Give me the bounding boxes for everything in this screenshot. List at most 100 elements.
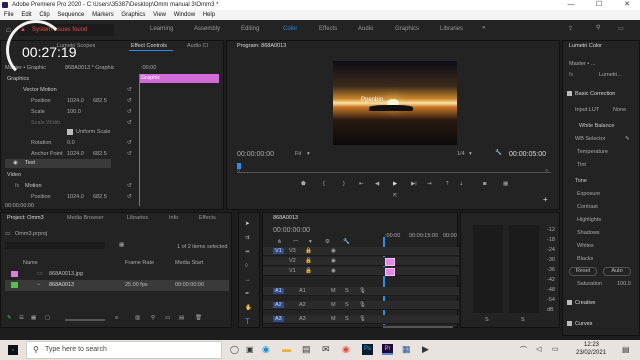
- track-label-a3[interactable]: A3: [299, 316, 306, 322]
- windows-start-icon[interactable]: [8, 345, 18, 355]
- solo-right-button[interactable]: S: [521, 317, 525, 323]
- menu-file[interactable]: File: [4, 12, 14, 18]
- fx-icon[interactable]: fx: [15, 183, 19, 189]
- ripple-edit-tool-icon[interactable]: ⇹: [245, 249, 250, 255]
- menu-view[interactable]: View: [153, 12, 166, 18]
- overlay-title-text[interactable]: Ppenbin: [361, 97, 383, 103]
- quality-dropdown-icon[interactable]: ▾: [469, 151, 472, 157]
- menu-markers[interactable]: Markers: [92, 12, 114, 18]
- workspace-overflow-icon[interactable]: »: [482, 25, 485, 31]
- mic-icon[interactable]: 🎙: [359, 316, 366, 322]
- mute-icon[interactable]: M: [331, 302, 336, 308]
- tab-project[interactable]: Project: Omm3: [7, 213, 44, 223]
- program-title[interactable]: Program: 868A0013: [227, 41, 559, 51]
- razor-tool-icon[interactable]: ◊: [245, 263, 248, 269]
- wrench-icon[interactable]: 🔧: [343, 239, 350, 245]
- menu-edit[interactable]: Edit: [21, 12, 31, 18]
- reset-icon[interactable]: ↺: [127, 183, 132, 189]
- menu-sequence[interactable]: Sequence: [57, 12, 84, 18]
- notification-icon[interactable]: ▤: [622, 345, 630, 354]
- table-row[interactable]: ▭ 868A0013.jpg: [5, 269, 229, 280]
- curves-checkbox[interactable]: [567, 321, 572, 326]
- reset-icon[interactable]: ↺: [127, 109, 132, 115]
- new-bin-footer-icon[interactable]: ▭: [165, 315, 170, 321]
- linked-selection-icon[interactable]: ⌒: [293, 239, 299, 247]
- track-target-a2[interactable]: A2: [273, 302, 284, 308]
- position-x-value[interactable]: 1024.0: [67, 98, 84, 104]
- workspace-editing[interactable]: Editing: [241, 26, 259, 32]
- mute-icon[interactable]: M: [331, 316, 336, 322]
- go-to-out-icon[interactable]: ⇥: [427, 181, 432, 187]
- clock-time[interactable]: 12:23: [584, 342, 599, 348]
- menu-clip[interactable]: Clip: [39, 12, 49, 18]
- track-label-v1[interactable]: V1: [289, 268, 296, 274]
- lock-icon[interactable]: 🔒: [305, 248, 312, 254]
- basic-correction-checkbox[interactable]: [567, 91, 572, 96]
- timeline-timecode[interactable]: 00:00:00:00: [273, 227, 310, 234]
- lumetri-dropdown[interactable]: Lumetri...: [599, 72, 622, 78]
- tab-effects[interactable]: Effects: [199, 213, 216, 223]
- battery-icon[interactable]: ▭: [552, 345, 559, 353]
- track-target-a1[interactable]: A1: [273, 288, 284, 294]
- store-icon[interactable]: ▤: [302, 344, 311, 355]
- message-icon[interactable]: ▭: [618, 25, 624, 32]
- task-view-icon[interactable]: ◯: [230, 345, 239, 354]
- creative-checkbox[interactable]: [567, 300, 572, 305]
- task-switcher-icon[interactable]: ▣: [246, 345, 254, 354]
- fit-dropdown-icon[interactable]: ▾: [307, 151, 310, 157]
- anchor-x-value[interactable]: 1024.0: [67, 151, 84, 157]
- reset-icon[interactable]: ↺: [127, 151, 132, 157]
- workspace-assembly[interactable]: Assembly: [194, 26, 220, 32]
- step-forward-icon[interactable]: ▶|: [411, 181, 417, 187]
- graphic-clip-v2[interactable]: [385, 258, 395, 266]
- new-bin-icon[interactable]: ▦: [119, 242, 124, 248]
- wrench-icon[interactable]: 🔧: [495, 150, 502, 156]
- solo-left-button[interactable]: S: [485, 317, 489, 323]
- network-icon[interactable]: ⌒: [520, 345, 527, 355]
- taskbar-search-input[interactable]: ⚲ Type here to search: [26, 341, 222, 359]
- volume-icon[interactable]: ◁: [536, 345, 541, 353]
- add-marker-icon[interactable]: ⬟: [301, 181, 306, 187]
- quality-dropdown[interactable]: 1/4: [457, 151, 465, 157]
- mic-icon[interactable]: 🎙: [359, 288, 366, 294]
- reset-icon[interactable]: ↺: [127, 98, 132, 104]
- track-label-a1[interactable]: A1: [299, 288, 306, 294]
- fit-dropdown[interactable]: Fit: [295, 151, 301, 157]
- chrome-icon[interactable]: ◉: [342, 344, 350, 355]
- track-select-tool-icon[interactable]: ⇉: [245, 235, 250, 241]
- freeform-view-icon[interactable]: ▢: [45, 315, 50, 321]
- find-icon[interactable]: ⚲: [151, 315, 155, 321]
- tab-libraries[interactable]: Libraries: [127, 213, 148, 223]
- rotation-value[interactable]: 0.0: [67, 140, 75, 146]
- lock-icon[interactable]: 🔒: [305, 268, 312, 274]
- saturation-value[interactable]: 100.0: [617, 281, 631, 287]
- mute-icon[interactable]: M: [331, 288, 336, 294]
- scale-value[interactable]: 100.0: [67, 109, 81, 115]
- list-view-icon[interactable]: ☰: [19, 315, 24, 321]
- mic-icon[interactable]: 🎙: [359, 302, 366, 308]
- lumetri-title[interactable]: Lumetri Color: [563, 41, 639, 51]
- trash-icon[interactable]: 🗑: [195, 315, 202, 321]
- go-to-in-icon[interactable]: ⇤: [359, 181, 364, 187]
- snap-icon[interactable]: ⋔: [277, 239, 282, 245]
- solo-icon[interactable]: S: [345, 316, 349, 322]
- menu-graphics[interactable]: Graphics: [121, 12, 145, 18]
- solo-icon[interactable]: S: [345, 288, 349, 294]
- table-row[interactable]: ⌁ 868A0013 25.00 fps 00:00:00:00: [5, 280, 229, 291]
- eyedropper-icon[interactable]: ✎: [625, 136, 630, 142]
- photoshop-icon[interactable]: Ps: [362, 344, 373, 355]
- step-back-icon[interactable]: ◀: [375, 181, 379, 187]
- program-scrub-bar[interactable]: [237, 167, 551, 173]
- timeline-hscroll[interactable]: [383, 326, 453, 328]
- maximize-button[interactable]: ☐: [584, 0, 614, 10]
- eye-icon[interactable]: ◉: [331, 248, 336, 254]
- word-icon[interactable]: ▦: [402, 344, 411, 355]
- add-button-icon[interactable]: +: [543, 195, 548, 204]
- eye-icon[interactable]: ◉: [13, 160, 18, 166]
- effect-controls-timecode[interactable]: 00:00:00:00: [5, 203, 34, 209]
- reset-icon[interactable]: ↺: [127, 194, 132, 200]
- minimize-button[interactable]: —: [556, 0, 586, 10]
- premiere-icon[interactable]: Pr: [382, 344, 393, 355]
- auto-button[interactable]: Auto: [603, 267, 631, 276]
- col-framerate[interactable]: Frame Rate: [125, 260, 154, 266]
